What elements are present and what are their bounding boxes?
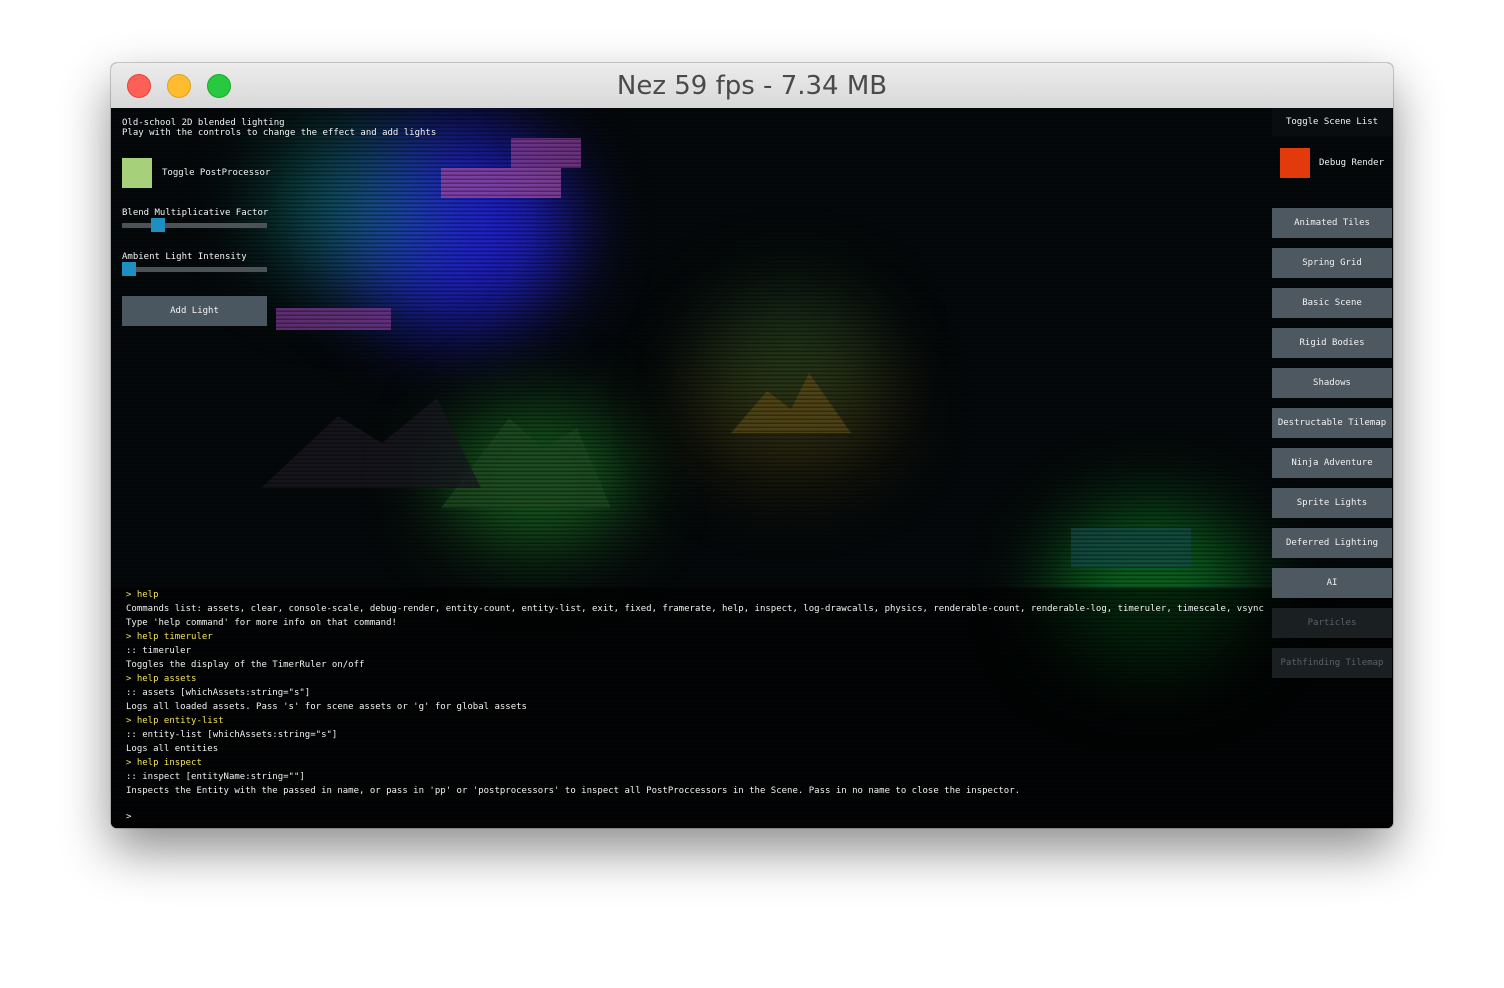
scene-button-spring-grid[interactable]: Spring Grid — [1272, 248, 1392, 278]
debug-render-checkbox[interactable] — [1280, 148, 1310, 178]
console-output-line: Commands list: assets, clear, console-sc… — [126, 604, 1264, 614]
teal-blocks-right — [1071, 528, 1191, 568]
scene-button-ai[interactable]: AI — [1272, 568, 1392, 598]
console-output-line: Logs all loaded assets. Pass 's' for sce… — [126, 702, 527, 712]
console-output-line: Inspects the Entity with the passed in n… — [126, 786, 1021, 796]
ambient-intensity-slider-thumb[interactable] — [122, 262, 136, 276]
console-command-line: > help entity-list — [126, 716, 224, 726]
app-window: Nez 59 fps - 7.34 MB Old-school 2D blend… — [111, 63, 1393, 828]
scene-button-pathfinding-tilemap[interactable]: Pathfinding Tilemap — [1272, 648, 1392, 678]
add-light-button[interactable]: Add Light — [122, 296, 267, 326]
console-command-line: > help timeruler — [126, 632, 213, 642]
pink-cloud-left — [276, 308, 391, 330]
dark-green-glow — [711, 288, 871, 408]
window-title: Nez 59 fps - 7.34 MB — [616, 71, 888, 101]
game-viewport[interactable]: Old-school 2D blended lighting Play with… — [111, 108, 1393, 828]
blend-factor-slider-track[interactable] — [122, 223, 267, 228]
ambient-intensity-slider-track[interactable] — [122, 267, 267, 272]
console-command-line: > help inspect — [126, 758, 202, 768]
console-output-line: Toggles the display of the TimerRuler on… — [126, 660, 365, 670]
blend-factor-slider-thumb[interactable] — [150, 218, 165, 232]
title-bar: Nez 59 fps - 7.34 MB — [111, 63, 1393, 109]
toggle-postprocessor-label: Toggle PostProcessor — [162, 168, 271, 178]
scene-button-animated-tiles[interactable]: Animated Tiles — [1272, 208, 1392, 238]
scene-button-sprite-lights[interactable]: Sprite Lights — [1272, 488, 1392, 518]
ambient-intensity-label: Ambient Light Intensity — [122, 252, 247, 262]
console-output-line: :: assets [whichAssets:string="s"] — [126, 688, 311, 698]
console-command-line: > help assets — [126, 674, 197, 684]
scene-button-ninja-adventure[interactable]: Ninja Adventure — [1272, 448, 1392, 478]
console-output-line: Logs all entities — [126, 744, 219, 754]
console-output-line: :: inspect [entityName:string=""] — [126, 772, 305, 782]
scene-button-particles[interactable]: Particles — [1272, 608, 1392, 638]
console-output-line: :: timeruler — [126, 646, 192, 656]
demo-info-line-1: Old-school 2D blended lighting — [122, 118, 285, 128]
debug-render-label: Debug Render — [1319, 158, 1385, 168]
console-output-line: Type 'help command' for more info on tha… — [126, 618, 397, 628]
pink-cloud-top — [441, 168, 561, 198]
console-prompt[interactable]: > — [126, 812, 131, 822]
teal-light-glow — [261, 128, 431, 288]
scene-button-destructable-tilemap[interactable]: Destructable Tilemap — [1272, 408, 1392, 438]
scene-button-basic-scene[interactable]: Basic Scene — [1272, 288, 1392, 318]
pink-cloud-top-right — [511, 138, 581, 168]
console-output-line: :: entity-list [whichAssets:string="s"] — [126, 730, 338, 740]
scene-button-rigid-bodies[interactable]: Rigid Bodies — [1272, 328, 1392, 358]
blend-factor-label: Blend Multiplicative Factor — [122, 208, 269, 218]
toggle-scene-list-button[interactable]: Toggle Scene List — [1272, 108, 1392, 136]
demo-info-line-2: Play with the controls to change the eff… — [122, 128, 437, 138]
scene-button-deferred-lighting[interactable]: Deferred Lighting — [1272, 528, 1392, 558]
toggle-postprocessor-checkbox[interactable] — [122, 158, 152, 188]
console-command-line: > help — [126, 590, 159, 600]
mountain-dark-left — [261, 398, 481, 488]
scene-button-shadows[interactable]: Shadows — [1272, 368, 1392, 398]
